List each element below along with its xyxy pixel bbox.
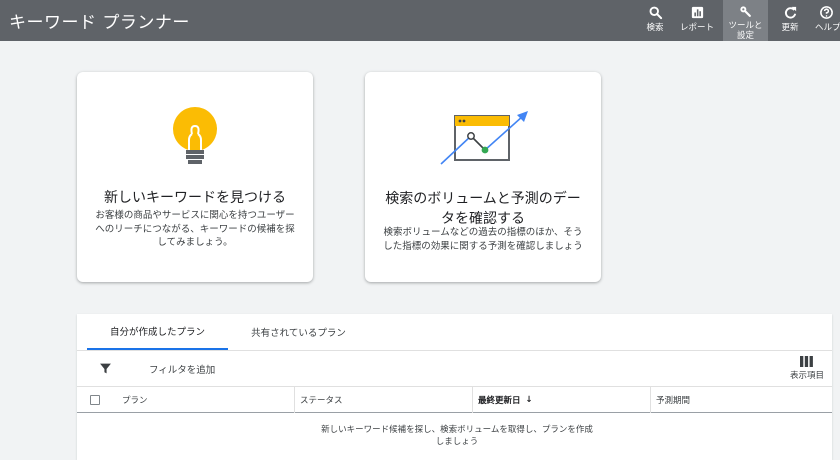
plans-panel: 自分が作成したプラン 共有されているプラン フィルタを追加 表示項目 プラン ス… [77,314,832,460]
search-icon [649,6,662,20]
column-header-status[interactable]: ステータス [294,387,472,413]
help-label: ヘルプ [815,23,840,33]
sort-descending-icon: ↓ [525,395,533,405]
help-icon [820,6,833,19]
refresh-icon [784,6,796,19]
tab-my-plans[interactable]: 自分が作成したプラン [87,314,228,350]
tools-settings-label: ツールと 設定 [728,21,763,41]
reports-icon [691,6,703,19]
add-filter-button[interactable]: フィルタを追加 [149,362,215,376]
tabs-divider [77,350,832,351]
top-bar: キーワード プランナー 検索 レポート ツールと 設定 更新 ヘルプ [0,0,840,41]
empty-state-message: 新しいキーワード候補を探し、検索ボリュームを取得し、プランを作成しましょう [321,425,593,447]
column-header-forecast-period[interactable]: 予測期間 [650,387,832,413]
table-header: プラン ステータス 最終更新日 ↓ 予測期間 [77,386,832,413]
columns-button[interactable]: 表示項目 [790,356,824,381]
trend-chart-icon [440,111,528,165]
forecast-card[interactable]: 検索のボリュームと予測のデータを確認する 検索ボリュームなどの過去の指標のほか、… [365,72,601,282]
search-label: 検索 [646,23,664,33]
wrench-icon [740,6,751,17]
reports-label: レポート [679,23,714,33]
help-button[interactable]: ヘルプ [815,0,840,41]
column-header-plan[interactable]: プラン [117,387,294,413]
search-button[interactable]: 検索 [643,0,667,41]
discover-keywords-description: お客様の商品やサービスに関心を持つユーザーへのリーチにつながる、キーワードの候補… [95,210,295,248]
discover-keywords-card[interactable]: 新しいキーワードを見つける お客様の商品やサービスに関心を持つユーザーへのリーチ… [77,72,313,282]
refresh-label: 更新 [781,23,799,33]
columns-label: 表示項目 [789,371,824,381]
filter-icon[interactable] [99,362,112,375]
tools-settings-button[interactable]: ツールと 設定 [723,0,768,41]
forecast-description: 検索ボリュームなどの過去の指標のほか、そうした指標の効果に関する予測を確認しまし… [383,227,583,252]
select-all-checkbox[interactable] [90,395,100,405]
app-title: キーワード プランナー [9,13,190,33]
column-header-last-updated[interactable]: 最終更新日 ↓ [472,387,650,413]
lightbulb-icon [173,107,217,164]
reports-button[interactable]: レポート [677,0,717,41]
last-updated-label: 最終更新日 [478,396,521,406]
discover-keywords-title: 新しいキーワードを見つける [104,190,286,206]
refresh-button[interactable]: 更新 [779,0,801,41]
tab-shared-plans[interactable]: 共有されているプラン [228,314,369,350]
columns-icon [800,356,814,367]
forecast-title: 検索のボリュームと予測のデータを確認する [385,191,581,227]
